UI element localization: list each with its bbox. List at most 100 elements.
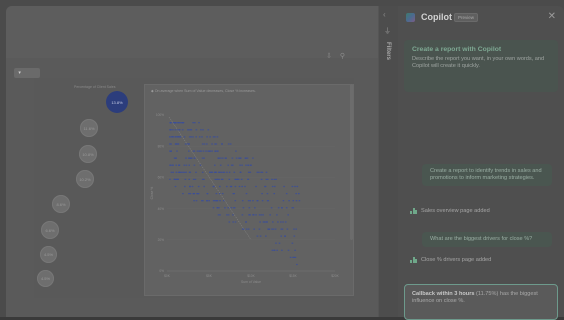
scatter-point xyxy=(198,136,201,138)
scatter-point xyxy=(169,136,171,138)
scatter-point xyxy=(189,193,192,195)
scatter-point xyxy=(206,193,209,195)
scatter-point xyxy=(184,185,186,188)
scatter-point xyxy=(174,143,177,145)
app-window: ⇩ ⚲ ▾ Percentage of Client Sales 13.8% 11… xyxy=(0,0,564,320)
scatter-point xyxy=(229,185,232,188)
scatter-point xyxy=(224,207,226,209)
scatter-point xyxy=(211,143,213,145)
scatter-point xyxy=(234,185,237,188)
scatter-point xyxy=(249,200,251,202)
scatter-point xyxy=(214,150,216,152)
scatter-point xyxy=(171,136,174,138)
close-icon[interactable]: ✕ xyxy=(548,11,556,22)
scatter-point xyxy=(203,157,205,159)
scatter-point xyxy=(171,164,173,166)
scatter-point xyxy=(293,235,296,237)
scatter-point xyxy=(184,143,187,145)
scatter-point xyxy=(195,200,198,202)
scatter-point xyxy=(185,171,187,173)
scatter-point xyxy=(228,171,231,173)
scatter-point xyxy=(262,214,264,216)
y-tick-label: 20% xyxy=(158,238,165,242)
bubble[interactable]: 10.8% xyxy=(79,145,97,163)
scatter-point xyxy=(169,178,171,180)
scatter-point xyxy=(201,157,204,159)
scatter-point xyxy=(227,143,230,145)
filter-icon[interactable]: ⏚ xyxy=(384,26,391,36)
scatter-point xyxy=(215,171,218,173)
scatter-point xyxy=(172,171,174,173)
bubble[interactable]: 4.5% xyxy=(37,270,54,287)
scatter-point xyxy=(193,200,195,202)
copilot-title: Copilot xyxy=(421,12,452,22)
scatter-point xyxy=(219,214,221,216)
copilot-pane: Copilot Preview ✕ Create a report with C… xyxy=(398,6,564,320)
bubble[interactable]: 11.6% xyxy=(80,119,98,137)
page-select[interactable]: ▾ xyxy=(14,68,40,78)
scatter-point xyxy=(200,150,203,152)
visual-toolbar[interactable]: ⇩ ⚲ xyxy=(326,52,348,60)
scatter-point xyxy=(226,185,228,188)
scatter-point xyxy=(227,164,229,166)
scatter-point xyxy=(200,129,202,131)
scatter-point xyxy=(219,185,221,188)
bubble[interactable]: 4.5% xyxy=(40,246,57,263)
trend-line xyxy=(168,116,252,240)
scatter-point xyxy=(238,157,240,159)
scatter-point xyxy=(275,242,277,244)
scatter-point xyxy=(235,150,237,152)
scatter-point xyxy=(214,136,216,138)
scatter-point xyxy=(181,129,184,131)
scatter-point xyxy=(232,214,234,216)
scatter-point xyxy=(224,157,227,159)
scatter-point xyxy=(285,207,288,209)
scatter-point xyxy=(278,242,281,244)
canvas-header xyxy=(6,6,378,58)
scatter-point xyxy=(277,221,279,223)
scatter-point xyxy=(272,221,274,223)
scatter-point xyxy=(208,200,210,202)
scatter-point xyxy=(221,178,224,180)
scatter-point xyxy=(169,164,172,166)
intro-title: Create a report with Copilot xyxy=(412,46,502,53)
bubble[interactable]: 13.8% xyxy=(106,91,128,113)
y-tick-label: 100% xyxy=(156,113,164,117)
bubble[interactable]: 8.6% xyxy=(52,195,70,213)
scatter-point xyxy=(253,228,255,230)
scatter-point xyxy=(271,228,273,230)
bubble[interactable]: 6.6% xyxy=(41,221,59,239)
scatter-point xyxy=(206,143,208,145)
filters-pane[interactable]: ‹ ⏚ Filters xyxy=(378,6,398,317)
scatter-point xyxy=(220,171,223,173)
scatter-point xyxy=(214,178,217,180)
scatter-point xyxy=(247,171,250,173)
bubble[interactable]: 10.2% xyxy=(76,170,94,188)
y-axis-label: Close % xyxy=(150,187,154,200)
scatter-point xyxy=(271,249,274,251)
preview-badge: Preview xyxy=(454,13,479,22)
canvas-scrollbar[interactable] xyxy=(350,84,353,240)
scatter-point xyxy=(215,193,218,195)
scatter-point xyxy=(285,193,288,195)
scatter-point xyxy=(294,256,297,258)
scatter-point xyxy=(230,164,233,166)
scatter-point xyxy=(280,228,283,230)
scatter-chart-card[interactable]: ◆ On average when Sum of Value decreases… xyxy=(144,84,354,296)
scatter-point xyxy=(218,171,220,173)
scatter-point xyxy=(247,164,250,166)
collapse-left-icon[interactable]: ‹ xyxy=(383,10,386,19)
scatter-point xyxy=(236,178,238,180)
scatter-point xyxy=(181,122,184,124)
scatter-point xyxy=(265,171,268,173)
scatter-point xyxy=(209,171,211,173)
scatter-point xyxy=(226,171,228,173)
scatter-point xyxy=(188,193,190,195)
scatter-point xyxy=(228,178,231,180)
scatter-point xyxy=(221,193,224,195)
filters-label[interactable]: Filters xyxy=(385,42,391,60)
scatter-point xyxy=(195,171,197,173)
scatter-point xyxy=(185,157,187,159)
scatter-point xyxy=(271,185,274,188)
scatter-point xyxy=(241,200,244,202)
